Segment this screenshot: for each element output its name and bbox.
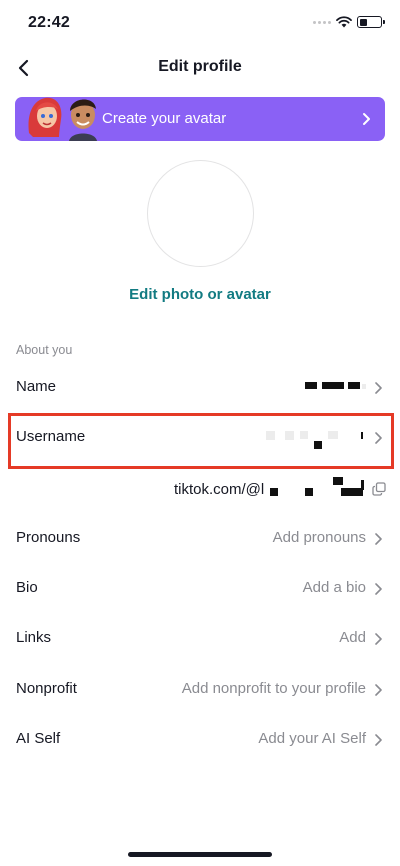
copy-icon[interactable] bbox=[372, 482, 386, 496]
ai-self-value: Add your AI Self bbox=[258, 730, 366, 747]
chevron-right-icon bbox=[375, 432, 382, 444]
pronouns-label: Pronouns bbox=[16, 529, 81, 546]
chevron-right-icon bbox=[375, 684, 382, 696]
avatar-characters-illustration bbox=[28, 97, 97, 141]
chevron-right-icon bbox=[375, 533, 382, 545]
status-time: 22:42 bbox=[28, 14, 70, 31]
links-value: Add bbox=[339, 629, 366, 646]
chevron-right-icon bbox=[363, 113, 370, 125]
nonprofit-label: Nonprofit bbox=[16, 680, 77, 697]
chevron-right-icon bbox=[375, 734, 382, 746]
ai-self-row[interactable]: AI Self Add your AI Self bbox=[0, 718, 400, 762]
header-bar: Edit profile bbox=[0, 48, 400, 88]
status-icons bbox=[313, 16, 385, 28]
home-indicator[interactable] bbox=[128, 852, 272, 857]
about-you-section-label: About you bbox=[16, 343, 73, 357]
cellular-signal-icon bbox=[313, 20, 331, 24]
status-bar: 22:42 bbox=[0, 0, 400, 46]
links-row[interactable]: Links Add bbox=[0, 617, 400, 661]
nonprofit-value: Add nonprofit to your profile bbox=[181, 680, 366, 697]
battery-icon bbox=[357, 16, 385, 28]
chevron-right-icon bbox=[375, 633, 382, 645]
name-label: Name bbox=[16, 378, 57, 395]
bio-label: Bio bbox=[16, 579, 38, 596]
username-row[interactable]: Username bbox=[0, 416, 400, 460]
wifi-icon bbox=[336, 16, 352, 28]
nonprofit-row[interactable]: Nonprofit Add nonprofit to your profile bbox=[0, 668, 400, 712]
links-label: Links bbox=[16, 629, 52, 646]
pronouns-row[interactable]: Pronouns Add pronouns bbox=[0, 517, 400, 561]
create-avatar-label: Create your avatar bbox=[102, 110, 227, 127]
edit-profile-screen: 22:42 Edit profile Create your avatar Ed… bbox=[0, 0, 400, 866]
chevron-right-icon bbox=[375, 583, 382, 595]
profile-photo[interactable] bbox=[147, 160, 254, 267]
username-label: Username bbox=[16, 428, 86, 445]
bio-value: Add a bio bbox=[302, 579, 366, 596]
name-row[interactable]: Name bbox=[0, 366, 400, 410]
profile-link[interactable]: tiktok.com/@l bbox=[174, 481, 264, 498]
ai-self-label: AI Self bbox=[16, 730, 61, 747]
pronouns-value: Add pronouns bbox=[272, 529, 366, 546]
bio-row[interactable]: Bio Add a bio bbox=[0, 567, 400, 611]
edit-photo-link[interactable]: Edit photo or avatar bbox=[0, 286, 400, 303]
chevron-right-icon bbox=[375, 382, 382, 394]
create-avatar-banner[interactable]: Create your avatar bbox=[15, 97, 385, 141]
page-title: Edit profile bbox=[158, 58, 242, 75]
